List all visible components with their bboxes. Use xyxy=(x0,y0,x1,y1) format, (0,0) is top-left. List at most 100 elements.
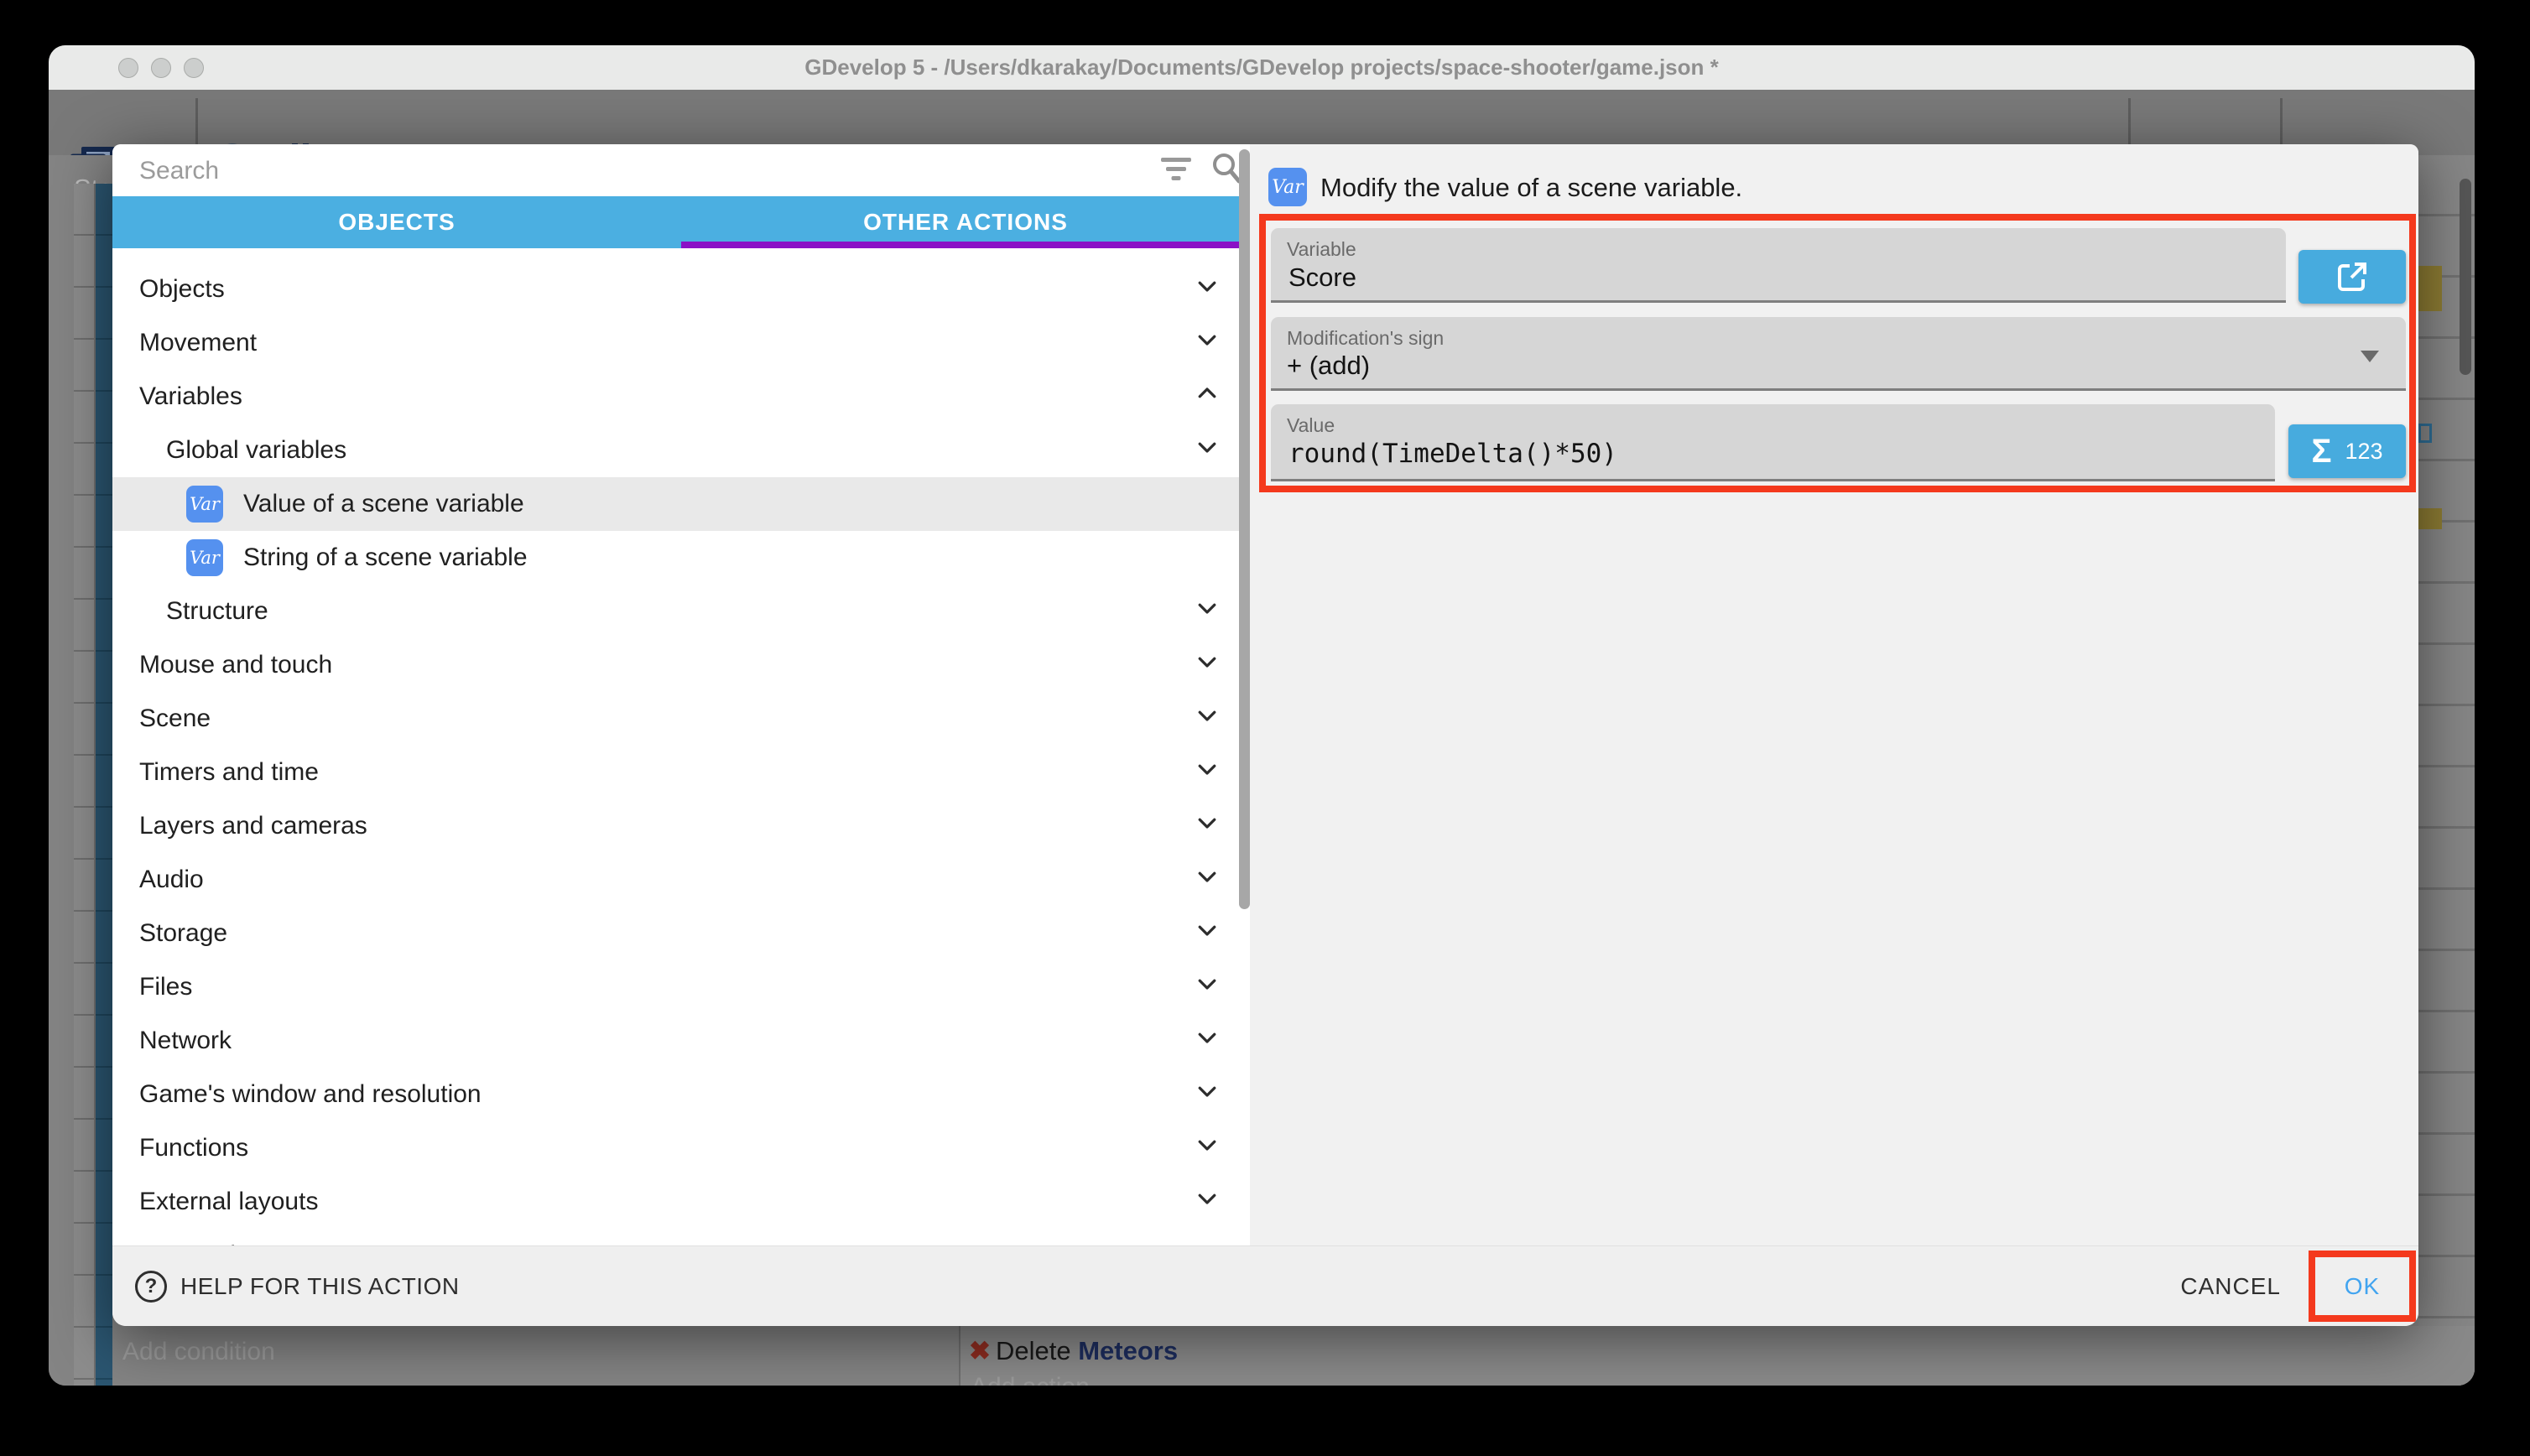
list-item-label: Network xyxy=(139,1027,1195,1055)
dialog-footer: ? HELP FOR THIS ACTION CANCEL OK xyxy=(112,1245,2418,1326)
chevron-down-icon xyxy=(1195,810,1220,842)
gdevelop-window: GDevelop 5 - /Users/dkarakay/Documents/G… xyxy=(49,45,2475,1386)
value-field-input[interactable] xyxy=(1287,438,2261,470)
list-item-storage[interactable]: Storage xyxy=(112,907,1250,960)
list-item-label: Value of a scene variable xyxy=(243,490,1250,518)
chevron-down-icon xyxy=(1195,327,1220,359)
cancel-button[interactable]: CANCEL xyxy=(2175,1272,2286,1301)
list-item-movement[interactable]: Movement xyxy=(112,316,1250,370)
list-item-label: Audio xyxy=(139,866,1195,894)
filter-icon[interactable] xyxy=(1161,156,1191,185)
list-item-string-of-a-scene-variable[interactable]: Var String of a scene variable xyxy=(112,531,1250,585)
actions-column: ✖Delete Meteors Add action xyxy=(960,1326,2475,1386)
list-item-label: Functions xyxy=(139,1134,1195,1162)
sigma-icon: Σ xyxy=(2311,434,2331,468)
variable-field[interactable]: Variable xyxy=(1271,228,2286,303)
screen: GDevelop 5 - /Users/dkarakay/Documents/G… xyxy=(0,0,2530,1456)
list-item-objects[interactable]: Objects xyxy=(112,263,1250,316)
annotation-box-fields: Variable Modification's sign + (add) xyxy=(1259,214,2416,492)
modification-sign-select[interactable]: Modification's sign + (add) xyxy=(1271,317,2406,391)
list-item-label: Variables xyxy=(139,382,1195,411)
chevron-down-icon xyxy=(1195,273,1220,305)
delete-object-name: Meteors xyxy=(1078,1336,1178,1365)
open-variable-editor-button[interactable] xyxy=(2298,250,2406,304)
list-item-layers-and-cameras[interactable]: Layers and cameras xyxy=(112,799,1250,853)
annotation-box-ok: OK xyxy=(2309,1251,2416,1322)
open-in-new-icon xyxy=(2335,259,2370,294)
add-action-link[interactable]: Add action xyxy=(971,1373,1090,1386)
tab-other-actions[interactable]: OTHER ACTIONS xyxy=(681,196,1250,248)
toolbar-divider xyxy=(2128,98,2131,147)
value-field[interactable]: Value xyxy=(1271,404,2275,481)
add-condition-link[interactable]: Add condition xyxy=(122,1338,275,1366)
list-item-label: String of a scene variable xyxy=(243,543,1250,572)
delete-action-row[interactable]: ✖Delete Meteors xyxy=(969,1336,1178,1366)
list-item-label: Structure xyxy=(166,597,1195,626)
chevron-down-icon xyxy=(1195,1186,1220,1218)
help-button[interactable]: ? HELP FOR THIS ACTION xyxy=(135,1271,460,1303)
chevron-down-icon xyxy=(1195,649,1220,681)
chevron-down-icon xyxy=(1195,757,1220,788)
action-configuration-panel: Var Modify the value of a scene variable… xyxy=(1250,144,2418,1245)
list-item-label: Scene xyxy=(139,705,1195,733)
highlighted-event-cell xyxy=(2418,266,2442,311)
list-item-global-variables[interactable]: Global variables xyxy=(112,424,1250,477)
search-icon[interactable] xyxy=(1210,151,1243,190)
expression-button-label: 123 xyxy=(2345,439,2382,465)
list-item-value-of-a-scene-variable[interactable]: Var Value of a scene variable xyxy=(112,477,1250,531)
chevron-down-icon xyxy=(1195,703,1220,735)
value-field-label: Value xyxy=(1287,414,1335,437)
list-scrollbar[interactable] xyxy=(1239,149,1250,909)
event-sheet-right-edge xyxy=(2418,155,2475,1386)
list-item-game-s-window-and-resolution[interactable]: Game's window and resolution xyxy=(112,1068,1250,1121)
chevron-down-icon xyxy=(1195,864,1220,896)
search-bar xyxy=(112,144,1250,196)
help-label: HELP FOR THIS ACTION xyxy=(180,1273,460,1300)
modification-sign-value: + (add) xyxy=(1287,351,2388,381)
chevron-down-icon xyxy=(1195,595,1220,627)
list-item-audio[interactable]: Audio xyxy=(112,853,1250,907)
instruction-list-panel: OBJECTS OTHER ACTIONS Objects Movement Vari… xyxy=(112,144,1250,1245)
list-item-label: Files xyxy=(139,973,1195,1001)
list-item-label: Storage xyxy=(139,919,1195,948)
list-item-label: Objects xyxy=(139,275,1195,304)
event-sheet-scrollbar[interactable] xyxy=(2460,179,2471,375)
event-sheet-conditions-column xyxy=(96,184,112,1386)
window-title: GDevelop 5 - /Users/dkarakay/Documents/G… xyxy=(49,45,2475,90)
modification-sign-label: Modification's sign xyxy=(1287,327,1444,350)
ok-button[interactable]: OK xyxy=(2340,1272,2385,1301)
search-input[interactable] xyxy=(138,151,1131,191)
variable-icon: Var xyxy=(1268,168,1307,206)
variable-icon: Var xyxy=(186,539,223,576)
list-item-variables[interactable]: Variables xyxy=(112,370,1250,424)
tab-label: OTHER ACTIONS xyxy=(863,209,1068,236)
delete-verb: Delete xyxy=(996,1336,1071,1365)
list-item-files[interactable]: Files xyxy=(112,960,1250,1014)
list-item-label: Timers and time xyxy=(139,758,1195,787)
chevron-down-icon xyxy=(1195,1025,1220,1057)
expression-builder-button[interactable]: Σ 123 xyxy=(2288,424,2406,478)
chevron-down-icon xyxy=(1195,434,1220,466)
toolbar-divider xyxy=(2280,98,2283,147)
chevron-up-icon xyxy=(1195,381,1220,413)
active-tab-indicator xyxy=(681,242,1250,248)
list-item-label: Layers and cameras xyxy=(139,812,1195,840)
toolbar-divider xyxy=(195,98,198,147)
tab-objects[interactable]: OBJECTS xyxy=(112,196,681,248)
variable-field-input[interactable] xyxy=(1287,262,2272,294)
list-item-functions[interactable]: Functions xyxy=(112,1121,1250,1175)
highlighted-event-cell xyxy=(2418,508,2442,529)
tab-label: OBJECTS xyxy=(338,209,455,236)
list-item-external-layouts[interactable]: External layouts xyxy=(112,1175,1250,1229)
list-item-mouse-and-touch[interactable]: Mouse and touch xyxy=(112,638,1250,692)
delete-cross-icon: ✖ xyxy=(969,1336,991,1365)
list-item-label: External layouts xyxy=(139,1188,1195,1216)
list-item-structure[interactable]: Structure xyxy=(112,585,1250,638)
list-item-network[interactable]: Network xyxy=(112,1014,1250,1068)
list-item-timers-and-time[interactable]: Timers and time xyxy=(112,746,1250,799)
variable-icon: Var xyxy=(186,486,223,523)
list-item-scene[interactable]: Scene xyxy=(112,692,1250,746)
list-item-label: Game's window and resolution xyxy=(139,1080,1195,1109)
action-editor-dialog: OBJECTSOTHER ACTIONS ObjectsMovementVari… xyxy=(112,144,2418,1326)
event-sheet-bottom-row: Add condition ✖Delete Meteors Add action xyxy=(49,1326,2475,1386)
